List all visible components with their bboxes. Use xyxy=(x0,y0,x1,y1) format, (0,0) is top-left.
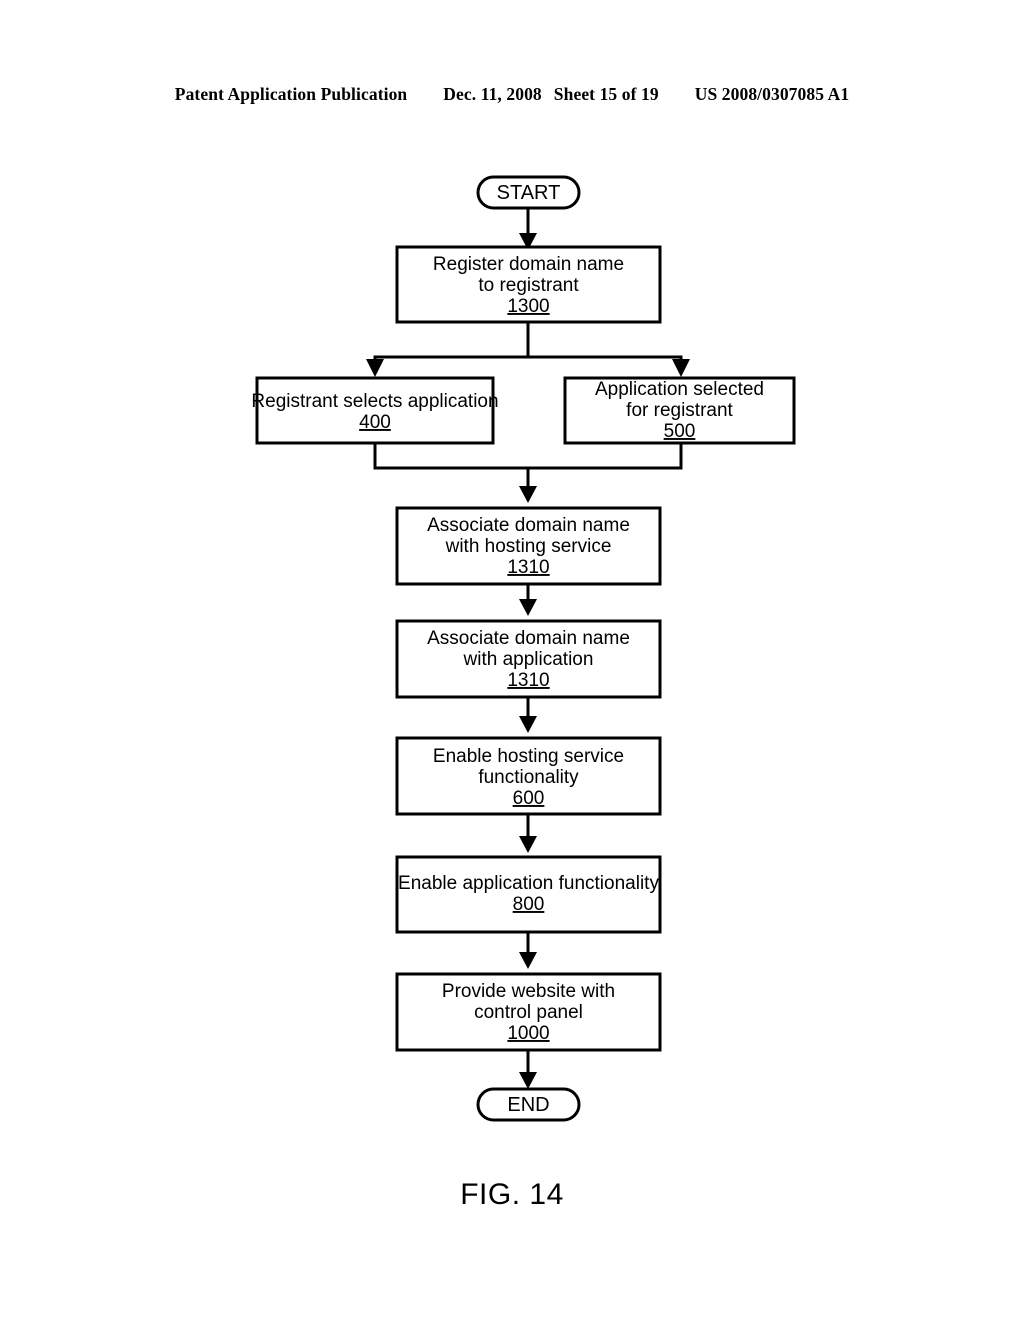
provide-website-line1: Provide website with xyxy=(442,981,615,1002)
register-domain-name-line1: Register domain name xyxy=(433,254,624,275)
enable-application-line1: Enable application functionality xyxy=(398,873,659,894)
enable-hosting-line1: Enable hosting service xyxy=(433,746,624,767)
flow-node-start[interactable]: START xyxy=(476,175,581,210)
provide-website-line2: control panel xyxy=(474,1002,583,1023)
register-domain-name-line2: to registrant xyxy=(478,275,579,296)
end-terminal-label: END xyxy=(507,1094,549,1116)
associate-hosting-line2: with hosting service xyxy=(445,536,612,557)
enable-hosting-line2: functionality xyxy=(478,767,579,788)
connector-start-to-1300 xyxy=(519,206,537,250)
associate-hosting-line1: Associate domain name xyxy=(427,515,630,536)
flow-node-enable-hosting-service-functionality[interactable]: Enable hosting service functionality 600 xyxy=(395,736,662,816)
associate-application-line2: with application xyxy=(463,649,594,670)
associate-application-line1: Associate domain name xyxy=(427,628,630,649)
flow-node-register-domain-name[interactable]: Register domain name to registrant 1300 xyxy=(395,245,662,324)
associate-hosting-ref: 1310 xyxy=(507,557,549,578)
figure-14-flowchart: START Register domain name to registrant… xyxy=(0,0,1024,1320)
flowchart-canvas: START Register domain name to registrant… xyxy=(251,175,796,1122)
enable-hosting-ref: 600 xyxy=(513,788,545,809)
flow-node-enable-application-functionality[interactable]: Enable application functionality 800 xyxy=(395,855,662,934)
connector-1310-application-to-600 xyxy=(519,695,537,733)
application-selected-line2: for registrant xyxy=(626,400,733,421)
application-selected-ref: 500 xyxy=(664,421,696,442)
registrant-selects-application-line1: Registrant selects application xyxy=(251,391,498,412)
provide-website-ref: 1000 xyxy=(507,1023,549,1044)
associate-application-ref: 1310 xyxy=(507,670,549,691)
start-terminal-label: START xyxy=(497,182,561,204)
connector-1310-hosting-to-1310-application xyxy=(519,582,537,616)
register-domain-name-ref: 1300 xyxy=(507,296,549,317)
flow-node-associate-domain-with-hosting-service[interactable]: Associate domain name with hosting servi… xyxy=(395,506,662,586)
connector-1000-to-end xyxy=(519,1048,537,1089)
application-selected-line1: Application selected xyxy=(595,379,764,400)
flow-node-application-selected-for-registrant[interactable]: Application selected for registrant 500 xyxy=(563,376,796,445)
connector-600-to-800 xyxy=(519,812,537,853)
connector-1300-to-split xyxy=(366,320,690,377)
figure-caption: FIG. 14 xyxy=(460,1178,564,1211)
connector-800-to-1000 xyxy=(519,930,537,969)
flow-node-registrant-selects-application[interactable]: Registrant selects application 400 xyxy=(251,376,499,445)
flow-node-associate-domain-with-application[interactable]: Associate domain name with application 1… xyxy=(395,619,662,699)
connector-merge-to-1310-hosting xyxy=(373,441,683,503)
flow-node-provide-website-with-control-panel[interactable]: Provide website with control panel 1000 xyxy=(395,972,662,1052)
flow-node-end[interactable]: END xyxy=(476,1087,581,1122)
enable-application-ref: 800 xyxy=(513,894,545,915)
registrant-selects-application-ref: 400 xyxy=(359,412,391,433)
